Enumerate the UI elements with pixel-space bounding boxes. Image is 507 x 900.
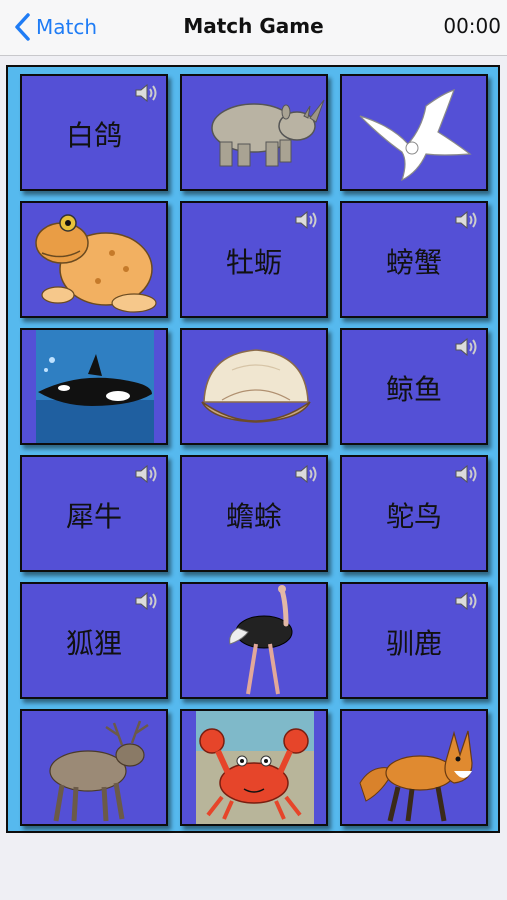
speaker-icon[interactable] [454, 336, 480, 358]
card-word: 牡蛎 [225, 246, 282, 279]
card-16[interactable] [20, 709, 168, 826]
card-10[interactable]: 犀牛 [20, 455, 168, 572]
crab-icon [196, 711, 314, 824]
page-title: Match Game [183, 14, 324, 38]
speaker-icon[interactable] [134, 463, 160, 485]
card-5[interactable]: 牡蛎 [180, 201, 328, 318]
card-9[interactable]: 鲸鱼 [340, 328, 488, 445]
card-12[interactable]: 鸵鸟 [340, 455, 488, 572]
speaker-icon[interactable] [134, 590, 160, 612]
card-word: 狐狸 [65, 627, 122, 660]
card-word: 蟾蜍 [225, 500, 282, 533]
card-13[interactable]: 狐狸 [20, 582, 168, 699]
card-15[interactable]: 驯鹿 [340, 582, 488, 699]
game-timer: 00:00 [443, 14, 501, 38]
fox-icon [359, 730, 473, 822]
card-word: 鲸鱼 [385, 373, 442, 406]
card-board: 白鸽 牡蛎 螃蟹 鲸鱼 犀牛 蟾蜍 鸵鸟 狐狸 驯鹿 [6, 65, 500, 833]
speaker-icon[interactable] [134, 82, 160, 104]
speaker-icon[interactable] [294, 463, 320, 485]
card-4[interactable] [20, 201, 168, 318]
ostrich-icon [229, 585, 293, 695]
card-6[interactable]: 螃蟹 [340, 201, 488, 318]
card-3[interactable] [340, 74, 488, 191]
card-11[interactable]: 蟾蜍 [180, 455, 328, 572]
oyster-icon [201, 349, 311, 423]
speaker-icon[interactable] [454, 463, 480, 485]
card-word: 螃蟹 [385, 246, 442, 279]
card-word: 驯鹿 [385, 627, 442, 660]
card-7[interactable] [20, 328, 168, 445]
card-word: 犀牛 [65, 500, 122, 533]
card-1[interactable]: 白鸽 [20, 74, 168, 191]
rhino-icon [211, 99, 325, 167]
navigation-bar: Match Match Game 00:00 [0, 0, 507, 56]
card-word: 鸵鸟 [385, 500, 442, 533]
dove-icon [359, 89, 472, 182]
card-18[interactable] [340, 709, 488, 826]
card-17[interactable] [180, 709, 328, 826]
card-2[interactable] [180, 74, 328, 191]
toad-icon [35, 214, 157, 313]
speaker-icon[interactable] [294, 209, 320, 231]
speaker-icon[interactable] [454, 209, 480, 231]
bottom-area [0, 840, 507, 900]
reindeer-icon [49, 720, 149, 822]
speaker-icon[interactable] [454, 590, 480, 612]
orca-icon [36, 330, 154, 443]
card-14[interactable] [180, 582, 328, 699]
card-8[interactable] [180, 328, 328, 445]
card-word: 白鸽 [65, 119, 122, 152]
